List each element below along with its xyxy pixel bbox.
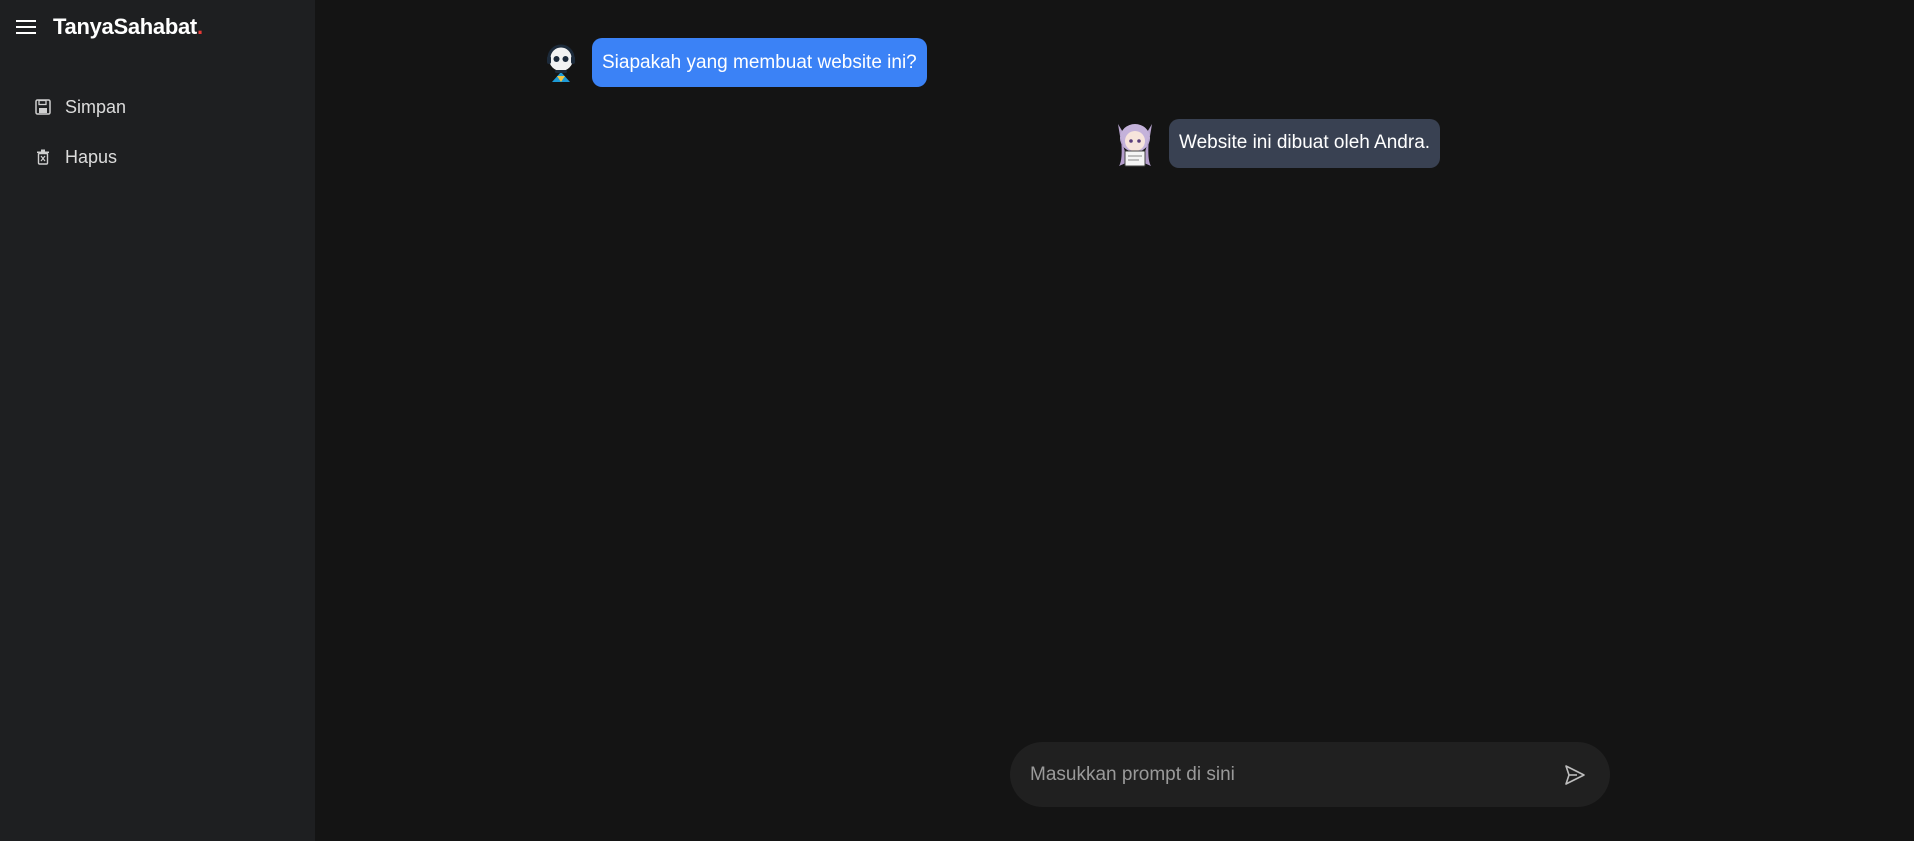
- sidebar-item-simpan[interactable]: Simpan: [34, 92, 126, 122]
- save-icon: [34, 98, 52, 116]
- brand-name: TanyaSahabat: [53, 14, 197, 39]
- app: TanyaSahabat. Simpan Hapus Siapakah yang…: [0, 0, 1914, 841]
- chat-area: Siapakah yang membuat website ini? Websi…: [315, 0, 1914, 841]
- chat-bubble-assistant: Website ini dibuat oleh Andra.: [1169, 118, 1441, 168]
- chat-bubble-user: Siapakah yang membuat website ini?: [592, 38, 927, 87]
- prompt-bar: [1010, 742, 1610, 807]
- sidebar-item-label: Simpan: [65, 96, 127, 117]
- chat-message-user: Siapakah yang membuat website ini?: [539, 38, 927, 87]
- brand-row: TanyaSahabat.: [16, 12, 203, 42]
- sidebar: TanyaSahabat. Simpan Hapus: [0, 0, 315, 841]
- chat-message-assistant: Website ini dibuat oleh Andra.: [1110, 118, 1441, 168]
- user-avatar: [539, 41, 583, 85]
- hamburger-menu-icon[interactable]: [16, 19, 36, 35]
- prompt-input[interactable]: [1030, 763, 1562, 786]
- trash-icon: [34, 148, 52, 166]
- brand-dot: .: [196, 14, 204, 39]
- sidebar-nav: Simpan Hapus: [34, 92, 126, 192]
- assistant-avatar: [1110, 118, 1160, 168]
- sidebar-item-label: Hapus: [65, 146, 118, 167]
- sidebar-item-hapus[interactable]: Hapus: [34, 142, 126, 172]
- send-icon[interactable]: [1562, 762, 1588, 788]
